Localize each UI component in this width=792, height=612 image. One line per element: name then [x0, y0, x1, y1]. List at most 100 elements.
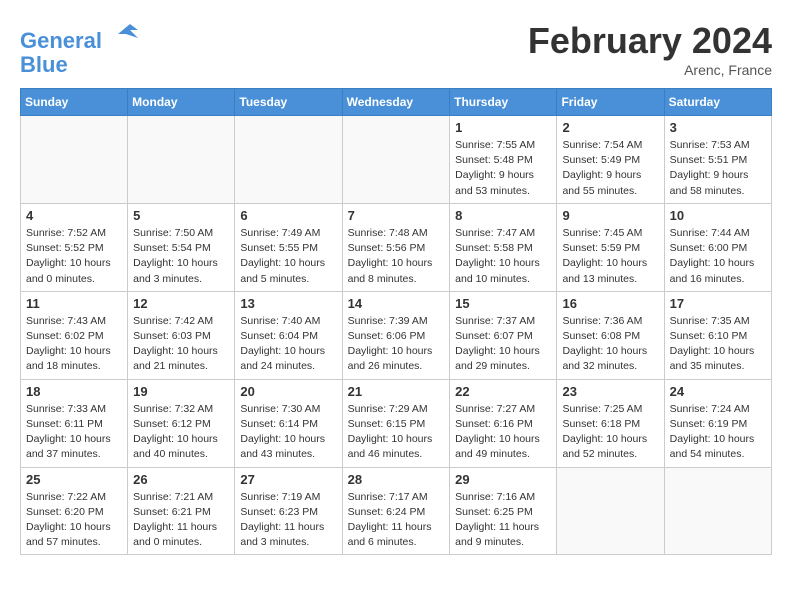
day-number: 14 [348, 296, 445, 311]
day-info: Sunrise: 7:35 AMSunset: 6:10 PMDaylight:… [670, 314, 766, 375]
day-number: 21 [348, 384, 445, 399]
month-title: February 2024 [528, 20, 772, 62]
day-number: 12 [133, 296, 229, 311]
day-info: Sunrise: 7:36 AMSunset: 6:08 PMDaylight:… [562, 314, 658, 375]
day-info: Sunrise: 7:27 AMSunset: 6:16 PMDaylight:… [455, 402, 551, 463]
calendar-cell [21, 116, 128, 204]
calendar-cell: 29 Sunrise: 7:16 AMSunset: 6:25 PMDayligh… [450, 467, 557, 555]
week-row-4: 18 Sunrise: 7:33 AMSunset: 6:11 PMDayligh… [21, 379, 772, 467]
day-info: Sunrise: 7:22 AMSunset: 6:20 PMDaylight:… [26, 490, 122, 551]
calendar-cell: 28Sunrise: 7:17 AMSunset: 6:24 PMDayligh… [342, 467, 450, 555]
day-number: 20 [240, 384, 336, 399]
day-info: Sunrise: 7:19 AMSunset: 6:23 PMDaylight:… [240, 490, 336, 551]
day-info: Sunrise: 7:53 AMSunset: 5:51 PMDaylight:… [670, 138, 766, 199]
day-info: Sunrise: 7:24 AMSunset: 6:19 PMDaylight:… [670, 402, 766, 463]
day-info: Sunrise: 7:43 AMSunset: 6:02 PMDaylight:… [26, 314, 122, 375]
day-number: 22 [455, 384, 551, 399]
page-header: General Blue February 2024 Arenc, France [20, 20, 772, 78]
week-row-3: 11 Sunrise: 7:43 AMSunset: 6:02 PMDayligh… [21, 291, 772, 379]
calendar-cell: 7 Sunrise: 7:48 AMSunset: 5:56 PMDaylight… [342, 203, 450, 291]
day-info: Sunrise: 7:44 AMSunset: 6:00 PMDaylight:… [670, 226, 766, 287]
day-number: 8 [455, 208, 551, 223]
week-row-1: 1Sunrise: 7:55 AMSunset: 5:48 PMDaylight… [21, 116, 772, 204]
day-info: Sunrise: 7:25 AMSunset: 6:18 PMDaylight:… [562, 402, 658, 463]
calendar-cell: 2Sunrise: 7:54 AMSunset: 5:49 PMDaylight… [557, 116, 664, 204]
day-info: Sunrise: 7:29 AMSunset: 6:15 PMDaylight:… [348, 402, 445, 463]
calendar-cell: 24Sunrise: 7:24 AMSunset: 6:19 PMDayligh… [664, 379, 771, 467]
day-info: Sunrise: 7:42 AMSunset: 6:03 PMDaylight:… [133, 314, 229, 375]
calendar-cell: 20 Sunrise: 7:30 AMSunset: 6:14 PMDayligh… [235, 379, 342, 467]
calendar-cell: 18 Sunrise: 7:33 AMSunset: 6:11 PMDayligh… [21, 379, 128, 467]
calendar-cell: 27Sunrise: 7:19 AMSunset: 6:23 PMDayligh… [235, 467, 342, 555]
calendar-cell: 9 Sunrise: 7:45 AMSunset: 5:59 PMDaylight… [557, 203, 664, 291]
day-number: 28 [348, 472, 445, 487]
location: Arenc, France [528, 62, 772, 78]
logo: General Blue [20, 20, 142, 77]
week-row-2: 4Sunrise: 7:52 AMSunset: 5:52 PMDaylight… [21, 203, 772, 291]
calendar-cell: 13 Sunrise: 7:40 AMSunset: 6:04 PMDayligh… [235, 291, 342, 379]
calendar-cell: 26 Sunrise: 7:21 AMSunset: 6:21 PMDayligh… [128, 467, 235, 555]
weekday-header-tuesday: Tuesday [235, 89, 342, 116]
week-row-5: 25 Sunrise: 7:22 AMSunset: 6:20 PMDayligh… [21, 467, 772, 555]
day-info: Sunrise: 7:47 AMSunset: 5:58 PMDaylight:… [455, 226, 551, 287]
calendar-cell: 22 Sunrise: 7:27 AMSunset: 6:16 PMDayligh… [450, 379, 557, 467]
calendar-cell: 5 Sunrise: 7:50 AMSunset: 5:54 PMDaylight… [128, 203, 235, 291]
calendar-cell [128, 116, 235, 204]
day-number: 19 [133, 384, 229, 399]
calendar-cell: 21 Sunrise: 7:29 AMSunset: 6:15 PMDayligh… [342, 379, 450, 467]
day-info: Sunrise: 7:33 AMSunset: 6:11 PMDaylight:… [26, 402, 122, 463]
calendar-cell: 6Sunrise: 7:49 AMSunset: 5:55 PMDaylight… [235, 203, 342, 291]
day-info: Sunrise: 7:39 AMSunset: 6:06 PMDaylight:… [348, 314, 445, 375]
calendar-cell [664, 467, 771, 555]
day-info: Sunrise: 7:52 AMSunset: 5:52 PMDaylight:… [26, 226, 122, 287]
calendar-cell: 1Sunrise: 7:55 AMSunset: 5:48 PMDaylight… [450, 116, 557, 204]
calendar-cell: 4Sunrise: 7:52 AMSunset: 5:52 PMDaylight… [21, 203, 128, 291]
day-info: Sunrise: 7:40 AMSunset: 6:04 PMDaylight:… [240, 314, 336, 375]
day-number: 7 [348, 208, 445, 223]
logo-blue: Blue [20, 52, 68, 77]
day-number: 25 [26, 472, 122, 487]
weekday-header-row: SundayMondayTuesdayWednesdayThursdayFrid… [21, 89, 772, 116]
calendar-cell: 12 Sunrise: 7:42 AMSunset: 6:03 PMDayligh… [128, 291, 235, 379]
calendar-cell [235, 116, 342, 204]
weekday-header-monday: Monday [128, 89, 235, 116]
day-number: 9 [562, 208, 658, 223]
day-number: 16 [562, 296, 658, 311]
day-info: Sunrise: 7:45 AMSunset: 5:59 PMDaylight:… [562, 226, 658, 287]
calendar-cell: 11 Sunrise: 7:43 AMSunset: 6:02 PMDayligh… [21, 291, 128, 379]
day-number: 18 [26, 384, 122, 399]
day-info: Sunrise: 7:21 AMSunset: 6:21 PMDaylight:… [133, 490, 229, 551]
calendar-table: SundayMondayTuesdayWednesdayThursdayFrid… [20, 88, 772, 555]
day-info: Sunrise: 7:55 AMSunset: 5:48 PMDaylight:… [455, 138, 551, 199]
day-number: 3 [670, 120, 766, 135]
day-number: 29 [455, 472, 551, 487]
weekday-header-friday: Friday [557, 89, 664, 116]
day-number: 26 [133, 472, 229, 487]
logo-general: General [20, 28, 102, 53]
day-info: Sunrise: 7:32 AMSunset: 6:12 PMDaylight:… [133, 402, 229, 463]
calendar-cell: 14 Sunrise: 7:39 AMSunset: 6:06 PMDayligh… [342, 291, 450, 379]
weekday-header-saturday: Saturday [664, 89, 771, 116]
day-info: Sunrise: 7:30 AMSunset: 6:14 PMDaylight:… [240, 402, 336, 463]
weekday-header-wednesday: Wednesday [342, 89, 450, 116]
day-number: 15 [455, 296, 551, 311]
calendar-cell [557, 467, 664, 555]
day-number: 23 [562, 384, 658, 399]
day-number: 5 [133, 208, 229, 223]
calendar-cell: 10 Sunrise: 7:44 AMSunset: 6:00 PMDayligh… [664, 203, 771, 291]
calendar-cell: 8 Sunrise: 7:47 AMSunset: 5:58 PMDaylight… [450, 203, 557, 291]
calendar-cell: 25 Sunrise: 7:22 AMSunset: 6:20 PMDayligh… [21, 467, 128, 555]
calendar-cell: 15 Sunrise: 7:37 AMSunset: 6:07 PMDayligh… [450, 291, 557, 379]
calendar-cell: 19 Sunrise: 7:32 AMSunset: 6:12 PMDayligh… [128, 379, 235, 467]
day-info: Sunrise: 7:37 AMSunset: 6:07 PMDaylight:… [455, 314, 551, 375]
day-info: Sunrise: 7:50 AMSunset: 5:54 PMDaylight:… [133, 226, 229, 287]
day-number: 10 [670, 208, 766, 223]
day-info: Sunrise: 7:16 AMSunset: 6:25 PMDaylight:… [455, 490, 551, 551]
day-info: Sunrise: 7:54 AMSunset: 5:49 PMDaylight:… [562, 138, 658, 199]
day-number: 13 [240, 296, 336, 311]
day-number: 11 [26, 296, 122, 311]
title-area: February 2024 Arenc, France [528, 20, 772, 78]
calendar-cell: 17Sunrise: 7:35 AMSunset: 6:10 PMDayligh… [664, 291, 771, 379]
day-info: Sunrise: 7:48 AMSunset: 5:56 PMDaylight:… [348, 226, 445, 287]
logo-bird-icon [110, 20, 142, 48]
